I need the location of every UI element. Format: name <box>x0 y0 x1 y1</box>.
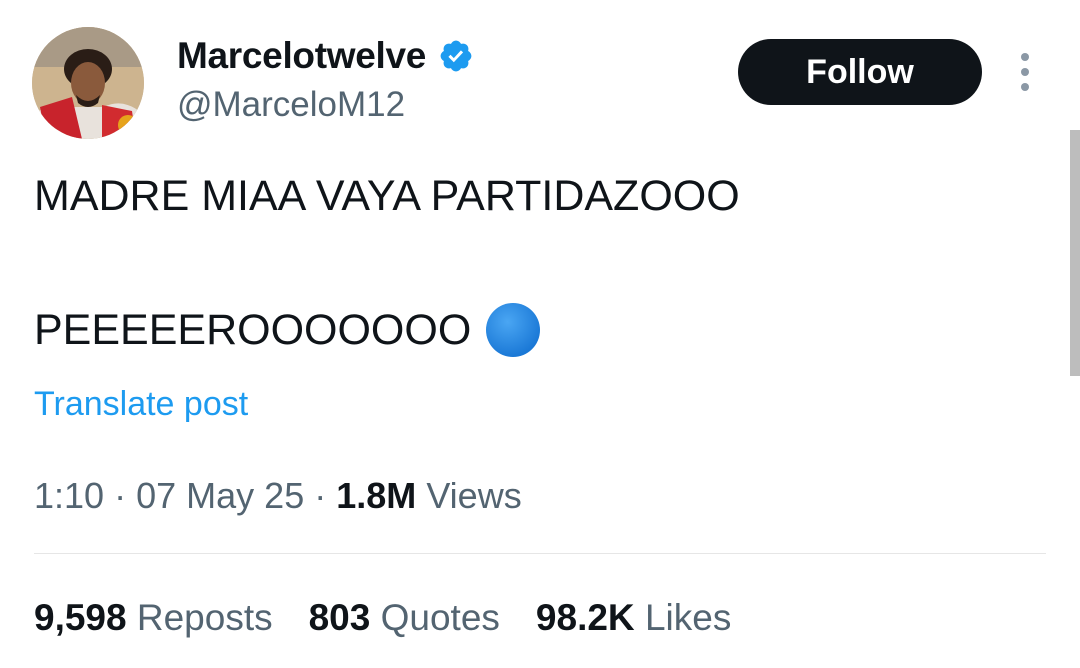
more-dot <box>1021 83 1029 91</box>
tweet-text-line-1: MADRE MIAA VAYA PARTIDAZOOO <box>34 172 740 220</box>
author-handle[interactable]: @MarceloM12 <box>177 84 405 126</box>
tweet-text-line-2-row: PEEEEEROOOOOOO <box>34 302 541 358</box>
tweet-date[interactable]: 07 May 25 <box>136 475 304 516</box>
author-display-name[interactable]: Marcelotwelve <box>177 34 426 78</box>
avatar-image <box>32 27 144 139</box>
tweet-time[interactable]: 1:10 <box>34 475 104 516</box>
quotes-stat[interactable]: 803 Quotes <box>309 596 500 640</box>
quotes-label: Quotes <box>380 597 500 638</box>
more-vertical-icon[interactable] <box>1014 53 1036 91</box>
meta-separator: · <box>114 475 127 516</box>
follow-button[interactable]: Follow <box>738 39 982 105</box>
meta-separator: · <box>314 475 327 516</box>
author-name-row[interactable]: Marcelotwelve <box>177 34 474 78</box>
tweet-meta: 1:10 · 07 May 25 · 1.8M Views <box>34 474 522 518</box>
more-dot <box>1021 53 1029 61</box>
quotes-count: 803 <box>308 597 371 638</box>
divider <box>34 553 1046 554</box>
reposts-label: Reposts <box>136 597 273 638</box>
blue-circle-icon <box>486 303 541 357</box>
tweet-text-line-2: PEEEEEROOOOOOO <box>34 306 472 354</box>
likes-stat[interactable]: 98.2K Likes <box>536 596 731 640</box>
reposts-stat[interactable]: 9,598 Reposts <box>34 596 273 640</box>
author-avatar[interactable] <box>32 27 144 139</box>
reposts-count: 9,598 <box>34 597 127 638</box>
likes-count: 98.2K <box>535 597 635 638</box>
more-dot <box>1021 68 1029 76</box>
verified-badge-icon <box>440 40 472 72</box>
engagement-stats: 9,598 Reposts 803 Quotes 98.2K Likes <box>34 596 731 640</box>
likes-label: Likes <box>644 597 732 638</box>
scrollbar[interactable] <box>1070 130 1080 376</box>
views-label: Views <box>426 475 522 516</box>
translate-post-link[interactable]: Translate post <box>34 383 248 425</box>
views-count: 1.8M <box>336 475 417 516</box>
